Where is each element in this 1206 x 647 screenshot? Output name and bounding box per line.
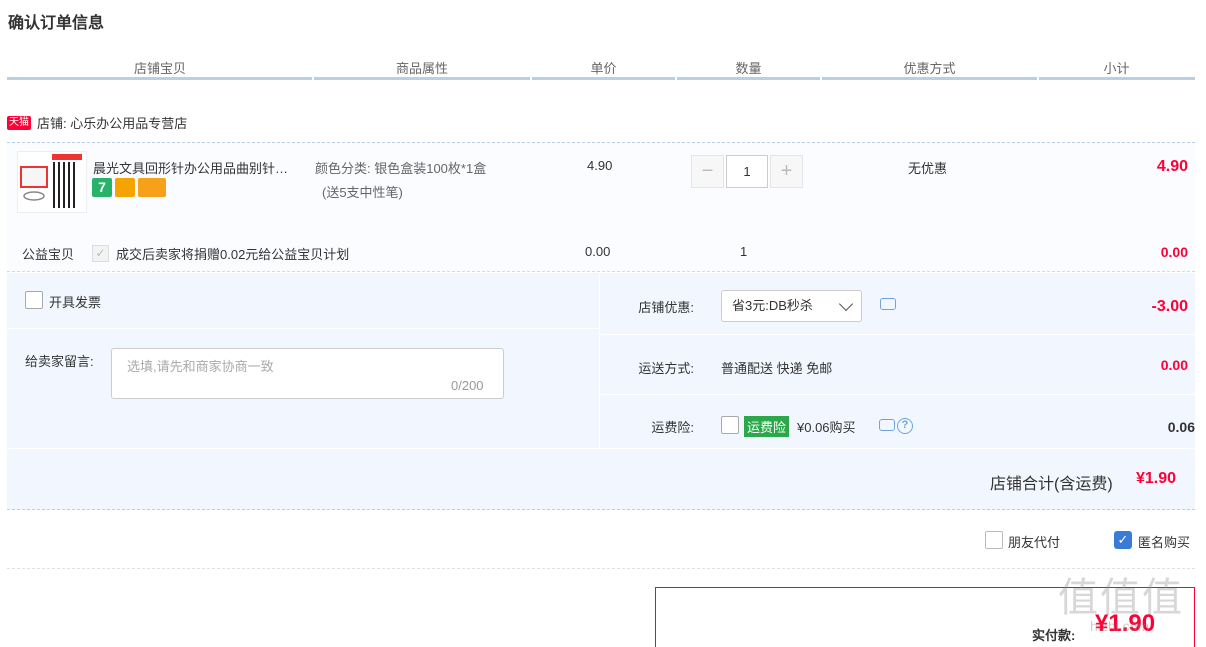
qty-minus-button[interactable]: − [691, 155, 724, 188]
shop-discount-value: 省3元:DB秒杀 [732, 298, 813, 313]
header-divider [7, 77, 1195, 80]
shop-discount-label: 店铺优惠: [638, 300, 694, 315]
chevron-down-icon [838, 296, 854, 312]
section-divider [7, 568, 1195, 569]
product-thumbnail[interactable] [17, 151, 87, 213]
product-title-link[interactable]: 晨光文具回形针办公用品曲别针… [93, 158, 308, 177]
row-divider [7, 328, 600, 329]
product-attr: 颜色分类: 银色盒装100枚*1盒 [315, 161, 487, 176]
qty-input[interactable]: 1 [726, 155, 768, 188]
watermark-logo: 值值值 [1058, 575, 1184, 621]
col-header-item: 店铺宝贝 [133, 61, 186, 76]
anonymous-checkbox[interactable]: ✓ [1114, 531, 1132, 549]
shop-row: 天猫 店铺: 心乐办公用品专营店 [7, 113, 187, 132]
service-badges: 7 [92, 178, 166, 197]
guarantee-icon[interactable] [115, 178, 135, 197]
header-divider-gap [1037, 76, 1039, 81]
help-icon[interactable]: ? [897, 418, 913, 434]
insurance-checkbox[interactable] [721, 416, 739, 434]
seven-day-return-icon[interactable]: 7 [92, 178, 112, 197]
insurance-price: ¥0.06购买 [797, 420, 856, 435]
welfare-price: 0.00 [585, 244, 611, 259]
friend-pay-checkbox[interactable] [985, 531, 1003, 549]
insurance-tag: 运费险 [744, 416, 790, 437]
card-payment-icon[interactable] [138, 178, 166, 197]
welfare-text: 成交后卖家将捐赠0.02元给公益宝贝计划 [116, 247, 350, 262]
qty-plus-button[interactable]: + [770, 155, 803, 188]
insurance-label: 运费险: [651, 420, 694, 435]
col-header-discount: 优惠方式 [903, 61, 956, 76]
col-header-subtotal: 小计 [1103, 61, 1130, 76]
shipping-label: 运送方式: [638, 361, 694, 376]
page-title: 确认订单信息 [8, 15, 105, 32]
invoice-checkbox[interactable] [25, 291, 43, 309]
col-header-qty: 数量 [735, 61, 762, 76]
col-header-attr: 商品属性 [395, 61, 448, 76]
shop-total-value: ¥1.90 [1136, 470, 1177, 487]
anonymous-label: 匿名购买 [1138, 535, 1191, 550]
header-divider-gap [820, 76, 822, 81]
item-subtotal: 4.90 [1156, 158, 1188, 175]
insurance-amount: 0.06 [1167, 419, 1195, 435]
message-label: 给卖家留言: [25, 354, 94, 369]
shop-name-link[interactable]: 店铺: 心乐办公用品专营店 [37, 113, 187, 132]
unit-price: 4.90 [587, 158, 613, 173]
chat-icon[interactable] [879, 419, 895, 431]
welfare-qty: 1 [740, 244, 748, 259]
product-attr-gift: (送5支中性笔) [322, 185, 403, 200]
chat-icon[interactable] [880, 298, 896, 310]
payment-label: 实付款: [1032, 628, 1076, 643]
quantity-stepper: − 1 + [691, 155, 803, 188]
friend-pay-label: 朋友代付 [1008, 535, 1061, 550]
col-header-price: 单价 [590, 61, 617, 76]
row-divider [601, 334, 1195, 335]
shop-total-label: 店铺合计(含运费) [990, 476, 1113, 493]
welfare-label: 公益宝贝 [22, 247, 75, 262]
header-divider-gap [312, 76, 314, 81]
welfare-subtotal: 0.00 [1160, 244, 1188, 260]
watermark-text: hizhi.com [1090, 618, 1150, 634]
message-placeholder: 选填,请先和商家协商一致 [127, 359, 274, 374]
shipping-amount: 0.00 [1160, 357, 1188, 373]
invoice-label: 开具发票 [49, 295, 102, 310]
row-divider [601, 394, 1195, 395]
product-image-icon [20, 154, 82, 208]
tmall-badge-icon: 天猫 [7, 115, 31, 130]
shop-discount-amount: -3.00 [1151, 298, 1188, 315]
header-divider-gap [530, 76, 532, 81]
shipping-method: 普通配送 快递 免邮 [721, 361, 833, 376]
row-divider [7, 448, 1195, 449]
header-divider-gap [675, 76, 677, 81]
discount-method: 无优惠 [908, 161, 948, 176]
shop-discount-select[interactable]: 省3元:DB秒杀 [721, 290, 862, 322]
message-counter: 0/200 [451, 378, 484, 393]
welfare-checkbox[interactable]: ✓ [92, 245, 109, 262]
